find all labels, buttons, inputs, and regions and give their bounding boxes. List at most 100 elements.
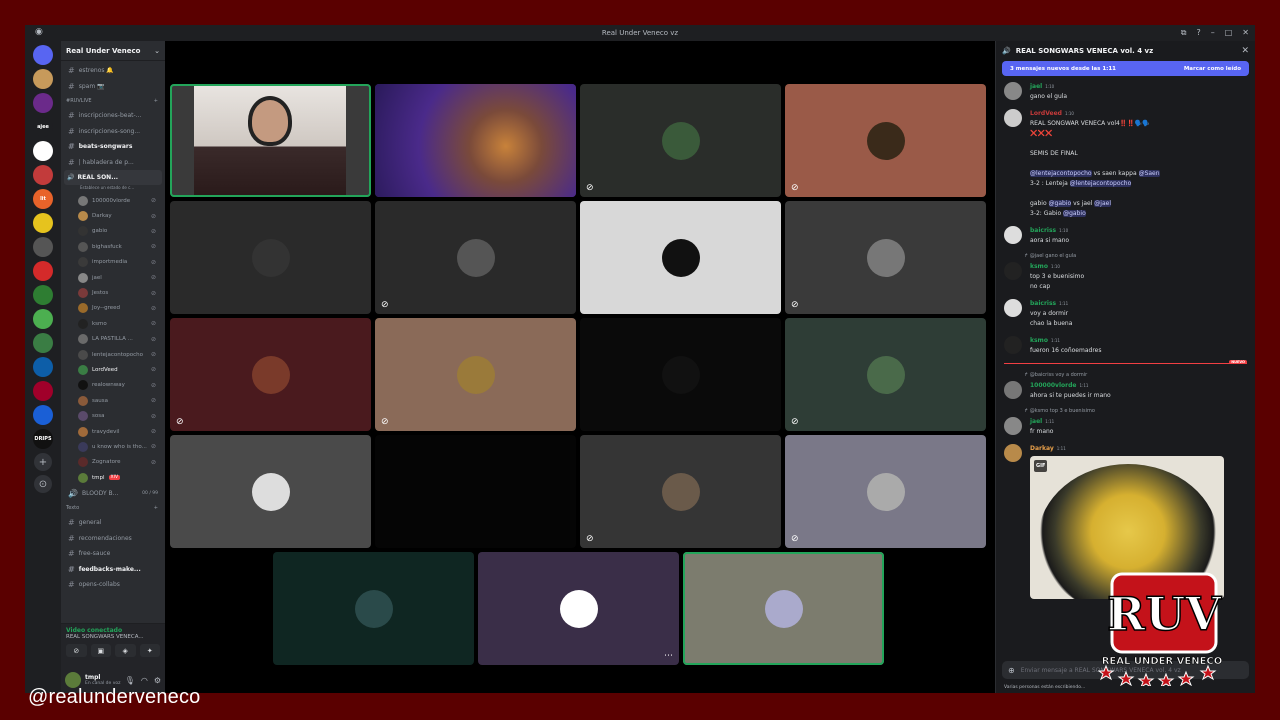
discord-logo-icon[interactable]: ◉ xyxy=(35,27,43,37)
channel-item[interactable]: # inscripciones-song... xyxy=(64,124,162,140)
channel-item[interactable]: # general xyxy=(64,515,162,531)
server-icon[interactable] xyxy=(33,309,53,329)
screen-share-button[interactable]: ▣ xyxy=(90,644,111,657)
video-tile[interactable]: ⊘ xyxy=(375,201,576,314)
voice-user[interactable]: Darkay ⊘ xyxy=(64,208,162,223)
message-author[interactable]: baicriss xyxy=(1030,227,1056,234)
video-tile[interactable]: ⊘ xyxy=(785,201,986,314)
plus-icon[interactable]: + xyxy=(154,505,158,511)
reply-preview[interactable]: ↱ @baicriss voy a dormir xyxy=(1024,372,1247,381)
channel-item[interactable]: # recomendaciones xyxy=(64,530,162,546)
new-messages-bar[interactable]: 3 mensajes nuevos desde las 1:11 Marcar … xyxy=(1002,61,1249,76)
message-author[interactable]: jael xyxy=(1030,418,1042,425)
voice-user[interactable]: sausa ⊘ xyxy=(64,393,162,408)
video-tile[interactable]: ⊘ xyxy=(580,84,781,197)
plus-icon[interactable]: ⊕ xyxy=(1008,666,1015,675)
video-tile[interactable] xyxy=(580,201,781,314)
video-tile[interactable] xyxy=(170,201,371,314)
user-mention[interactable]: @jael xyxy=(1094,200,1111,207)
voice-user[interactable]: u know who is tho... ⊘ xyxy=(64,439,162,454)
voice-user[interactable]: Zognatore ⊘ xyxy=(64,455,162,470)
avatar[interactable] xyxy=(1004,109,1022,127)
video-tile[interactable]: ⊘ xyxy=(785,435,986,548)
user-mention[interactable]: @gabio xyxy=(1063,210,1086,217)
headphones-icon[interactable]: ◠ xyxy=(141,676,148,685)
avatar[interactable] xyxy=(1004,262,1022,280)
message-author[interactable]: LordVeed xyxy=(1030,110,1062,117)
server-icon[interactable] xyxy=(33,333,53,353)
reply-preview[interactable]: ↱ @jael gano el gula xyxy=(1024,253,1247,262)
server-icon[interactable] xyxy=(33,69,53,89)
voice-channel-active[interactable]: 🔊 REAL SON... xyxy=(64,170,162,185)
video-tile[interactable] xyxy=(170,435,371,548)
minimize-icon[interactable]: – xyxy=(1211,28,1215,38)
video-tile[interactable] xyxy=(375,84,576,197)
voice-user[interactable]: tmpl XIV xyxy=(64,470,162,485)
voice-user[interactable]: importmedia ⊘ xyxy=(64,255,162,270)
close-icon[interactable]: ✕ xyxy=(1241,46,1249,56)
category-ruvlive[interactable]: #RUVLIVE + xyxy=(64,94,162,108)
voice-user[interactable]: sosa ⊘ xyxy=(64,408,162,423)
voice-user[interactable]: LA PASTILLA ... ⊘ xyxy=(64,332,162,347)
voice-channel-item[interactable]: 🔊 BLOODY B... 00 / 99 xyxy=(64,485,162,501)
video-tile[interactable]: ⊘ xyxy=(375,318,576,431)
video-tile[interactable] xyxy=(580,318,781,431)
voice-user[interactable]: jael ⊘ xyxy=(64,270,162,285)
help-icon[interactable]: ? xyxy=(1196,28,1200,38)
voice-user[interactable]: ksmo ⊘ xyxy=(64,316,162,331)
video-tile[interactable] xyxy=(170,84,371,197)
video-tile[interactable] xyxy=(273,552,474,665)
more-options-icon[interactable]: ⋯ xyxy=(664,651,673,661)
microphone-icon[interactable]: 🎙 xyxy=(125,676,135,685)
user-mention[interactable]: @lentejacontopocho xyxy=(1069,180,1132,187)
video-tile[interactable] xyxy=(375,435,576,548)
video-tile[interactable]: ⊘ xyxy=(785,318,986,431)
channel-item[interactable]: # opens-collabs xyxy=(64,577,162,593)
message-author[interactable]: baicriss xyxy=(1030,300,1056,307)
channel-item[interactable]: # estrenos 🔔 xyxy=(64,63,162,79)
video-tile[interactable]: ⊘ xyxy=(170,318,371,431)
camera-off-button[interactable]: ⊘ xyxy=(66,644,87,657)
voice-user[interactable]: gabio ⊘ xyxy=(64,224,162,239)
voice-user[interactable]: lentejacontopocho ⊘ xyxy=(64,347,162,362)
voice-user[interactable]: LordVeed ⊘ xyxy=(64,362,162,377)
channel-item[interactable]: # beats-songwars xyxy=(64,139,162,155)
message-author[interactable]: ksmo xyxy=(1030,263,1048,270)
voice-user[interactable]: realownway ⊘ xyxy=(64,378,162,393)
server-icon[interactable] xyxy=(33,357,53,377)
channel-item[interactable]: # inscripciones-beat-... xyxy=(64,108,162,124)
avatar[interactable] xyxy=(1004,299,1022,317)
reply-preview[interactable]: ↱ @ksmo top 3 e buenisimo xyxy=(1024,408,1247,417)
gear-icon[interactable]: ⚙ xyxy=(154,676,161,685)
channel-item[interactable]: # spam 📷 xyxy=(64,79,162,95)
server-icon[interactable] xyxy=(33,261,53,281)
server-icon[interactable]: ajee xyxy=(33,117,53,137)
restore-icon[interactable]: ⧉ xyxy=(1181,28,1187,38)
voice-user[interactable]: Jestos ⊘ xyxy=(64,285,162,300)
avatar[interactable] xyxy=(1004,417,1022,435)
avatar[interactable] xyxy=(1004,82,1022,100)
message-author[interactable]: ksmo xyxy=(1030,337,1048,344)
server-icon[interactable] xyxy=(33,237,53,257)
channel-item[interactable]: # | habladera de p... xyxy=(64,155,162,171)
server-icon[interactable] xyxy=(33,165,53,185)
activity-button[interactable]: ◈ xyxy=(115,644,136,657)
voice-user[interactable]: bighasfuck ⊘ xyxy=(64,239,162,254)
mark-read-button[interactable]: Marcar como leído xyxy=(1184,66,1241,72)
close-icon[interactable]: ✕ xyxy=(1242,28,1249,38)
user-mention[interactable]: @gabio xyxy=(1048,200,1072,207)
voice-channel-status[interactable]: Establece un estado de c... xyxy=(64,185,162,193)
category-text[interactable]: Texto + xyxy=(64,501,162,515)
avatar[interactable] xyxy=(1004,226,1022,244)
server-header[interactable]: Real Under Veneco ⌄ xyxy=(61,41,165,61)
discover-button[interactable]: ⊙ xyxy=(34,475,52,493)
message-author[interactable]: 100000vlorde xyxy=(1030,382,1076,389)
user-mention[interactable]: @Saen xyxy=(1138,170,1160,177)
voice-user[interactable]: Joy--greed ⊘ xyxy=(64,301,162,316)
video-tile[interactable]: ⊘ xyxy=(785,84,986,197)
maximize-icon[interactable]: □ xyxy=(1225,28,1233,38)
server-icon[interactable] xyxy=(33,381,53,401)
video-tile[interactable] xyxy=(683,552,884,665)
voice-channel-name[interactable]: REAL SONGWARS VENECA... xyxy=(66,634,160,640)
server-icon[interactable] xyxy=(33,405,53,425)
